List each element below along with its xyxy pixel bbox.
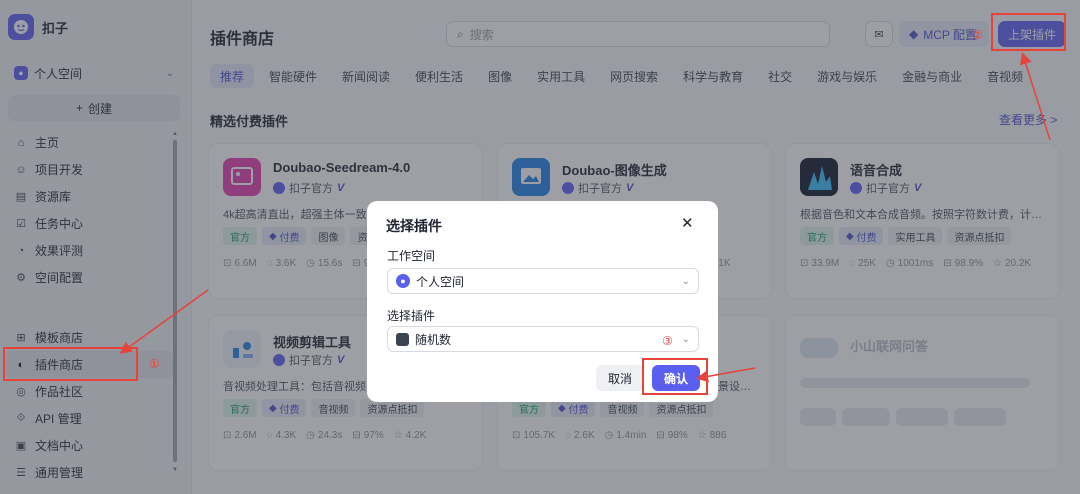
annotation-highlight-confirm <box>642 358 708 395</box>
plugin-label: 选择插件 <box>387 309 436 323</box>
dialog-title: 选择插件 <box>386 218 442 234</box>
annotation-step2: ② <box>972 28 983 42</box>
user-avatar-icon: ● <box>396 274 410 288</box>
annotation-step3: ③ <box>662 334 673 348</box>
chevron-down-icon: ⌄ <box>681 275 690 287</box>
annotation-highlight-plugin-store <box>3 347 138 381</box>
annotation-step1: ① <box>149 357 160 371</box>
close-icon[interactable]: ✕ <box>681 214 694 232</box>
chevron-down-icon: ⌄ <box>681 333 690 345</box>
workspace-select[interactable]: ● 个人空间 ⌄ <box>387 268 699 294</box>
annotation-highlight-list-plugin <box>991 13 1066 51</box>
workspace-label: 工作空间 <box>387 249 436 263</box>
plugin-value: 随机数 <box>415 332 452 347</box>
plugin-select[interactable]: 随机数 ⌄ <box>387 326 699 352</box>
cancel-button[interactable]: 取消 <box>596 365 644 391</box>
workspace-value: 个人空间 <box>416 274 465 289</box>
plugin-thumb-icon <box>396 332 409 346</box>
